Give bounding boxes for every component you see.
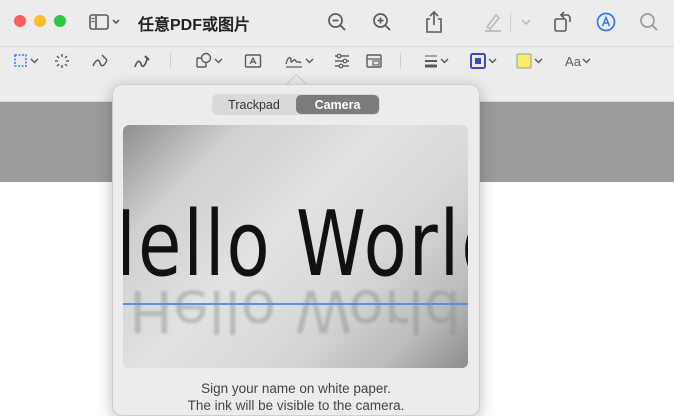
tab-trackpad[interactable]: Trackpad — [213, 95, 295, 114]
instant-alpha-button[interactable] — [52, 51, 72, 71]
highlight-button[interactable] — [482, 11, 504, 33]
close-window-button[interactable] — [14, 15, 26, 27]
signature-popover: Trackpad Camera Hello World Hello World … — [112, 84, 480, 416]
instant-alpha-icon — [55, 54, 69, 68]
chevron-down-icon — [521, 19, 531, 26]
sketch-tool-button[interactable] — [90, 51, 110, 71]
draw-icon — [134, 55, 150, 68]
border-color-icon — [470, 53, 497, 69]
signature-icon — [285, 56, 314, 68]
camera-preview: Hello World Hello World — [123, 125, 468, 368]
signature-hint-line1: Sign your name on white paper. — [201, 381, 391, 396]
text-box-button[interactable] — [243, 51, 263, 71]
shapes-icon — [196, 52, 223, 68]
main-toolbar: 任意PDF或图片 — [0, 0, 674, 44]
fill-color-button[interactable] — [514, 51, 546, 71]
zoom-out-button[interactable] — [326, 11, 348, 33]
signature-button[interactable] — [284, 51, 316, 71]
zoom-window-button[interactable] — [54, 15, 66, 27]
line-style-icon — [425, 55, 449, 68]
rectangular-selection-icon — [14, 54, 39, 67]
line-style-button[interactable] — [422, 51, 452, 71]
draw-tool-button[interactable] — [132, 51, 152, 71]
zoom-in-button[interactable] — [371, 11, 393, 33]
minimize-window-button[interactable] — [34, 15, 46, 27]
fill-color-icon — [516, 53, 543, 69]
toolbar-divider — [510, 13, 511, 31]
window-title: 任意PDF或图片 — [138, 17, 251, 34]
search-button[interactable] — [638, 11, 660, 33]
border-color-button[interactable] — [468, 51, 500, 71]
rotate-button[interactable] — [550, 10, 574, 34]
signature-baseline — [123, 303, 468, 305]
rotate-icon — [554, 11, 571, 32]
search-icon — [640, 13, 658, 31]
highlight-pen-icon — [485, 13, 501, 32]
markup-toolbar-button[interactable] — [594, 10, 618, 34]
page-layout-button[interactable] — [364, 51, 384, 71]
zoom-in-icon — [373, 13, 391, 31]
markup-icon — [596, 12, 616, 32]
share-icon — [426, 10, 442, 33]
selection-tool-button[interactable] — [12, 51, 42, 71]
chevron-down-icon — [582, 58, 591, 64]
camera-signature-text: Hello World — [123, 193, 468, 298]
tab-camera[interactable]: Camera — [296, 95, 379, 114]
zoom-out-icon — [328, 13, 346, 31]
text-box-icon — [244, 54, 262, 68]
toolbar-divider — [170, 53, 171, 69]
signature-hint-line2: The ink will be visible to the camera. — [187, 398, 405, 413]
signature-source-control: Trackpad Camera — [212, 94, 380, 115]
text-style-icon: Aa — [565, 53, 581, 69]
toolbar-divider — [400, 53, 401, 69]
sidebar-icon — [89, 14, 120, 30]
highlight-options-button[interactable] — [518, 14, 534, 30]
markup-toolbar: Aa — [0, 46, 674, 76]
share-button[interactable] — [423, 10, 445, 34]
shapes-button[interactable] — [194, 51, 226, 71]
camera-text-overlay: Hello World Hello World — [123, 193, 468, 345]
sketch-icon — [92, 54, 108, 67]
sidebar-toggle-button[interactable] — [88, 12, 122, 32]
text-style-button[interactable]: Aa — [562, 51, 596, 71]
page-layout-icon — [366, 54, 382, 68]
adjust-color-icon — [335, 53, 349, 69]
adjust-color-button[interactable] — [332, 51, 352, 71]
